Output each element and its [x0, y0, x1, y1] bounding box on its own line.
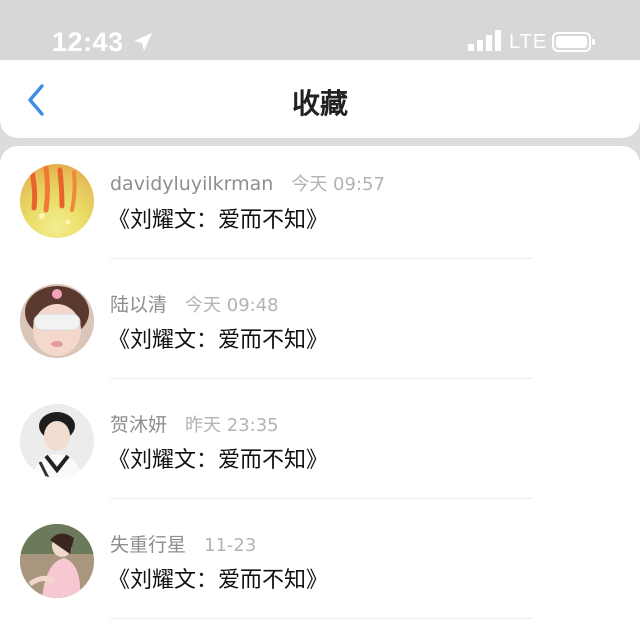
divider — [110, 378, 532, 379]
favorite-item[interactable]: 贺沐妍 昨天 23:35 《刘耀文：爱而不知》 — [0, 386, 640, 506]
network-type: LTE — [509, 31, 548, 53]
avatar — [20, 284, 94, 358]
divider — [110, 618, 532, 619]
item-meta: 失重行星 11-23 — [110, 530, 256, 557]
item-meta: 陆以清 今天 09:48 — [110, 290, 279, 317]
item-content: 《刘耀文：爱而不知》 — [108, 568, 329, 593]
timestamp: 昨天 23:35 — [185, 415, 279, 436]
battery-icon — [552, 32, 595, 52]
username: davidyluyilkrman — [110, 173, 274, 195]
username: 陆以清 — [110, 294, 168, 316]
status-bar: 12:43 LTE — [0, 0, 640, 60]
divider — [110, 258, 532, 259]
avatar — [20, 404, 94, 478]
cellular-signal-icon — [468, 30, 501, 51]
favorite-item[interactable]: 失重行星 11-23 《刘耀文：爱而不知》 — [0, 506, 640, 626]
page-title: 收藏 — [291, 87, 348, 120]
item-content: 《刘耀文：爱而不知》 — [108, 448, 329, 473]
timestamp: 今天 09:57 — [291, 174, 385, 195]
timestamp: 今天 09:48 — [185, 295, 279, 316]
favorite-item[interactable]: 陆以清 今天 09:48 《刘耀文：爱而不知》 — [0, 266, 640, 386]
timestamp: 11-23 — [204, 535, 257, 556]
item-meta: 贺沐妍 昨天 23:35 — [110, 410, 279, 437]
status-time: 12:43 — [52, 27, 124, 57]
username: 贺沐妍 — [110, 414, 168, 436]
nav-bar: 收藏 — [0, 60, 640, 138]
username: 失重行星 — [110, 534, 187, 556]
favorites-list: davidyluyilkrman 今天 09:57 《刘耀文：爱而不知》 陆以清今… — [0, 146, 640, 629]
divider — [110, 498, 532, 499]
avatar — [20, 524, 94, 598]
avatar — [20, 164, 94, 238]
favorite-item[interactable]: davidyluyilkrman 今天 09:57 《刘耀文：爱而不知》 — [0, 146, 640, 266]
location-arrow-icon — [134, 33, 152, 51]
item-content: 《刘耀文：爱而不知》 — [108, 328, 329, 353]
item-content: 《刘耀文：爱而不知》 — [108, 208, 329, 233]
item-meta: davidyluyilkrman 今天 09:57 — [110, 170, 385, 196]
